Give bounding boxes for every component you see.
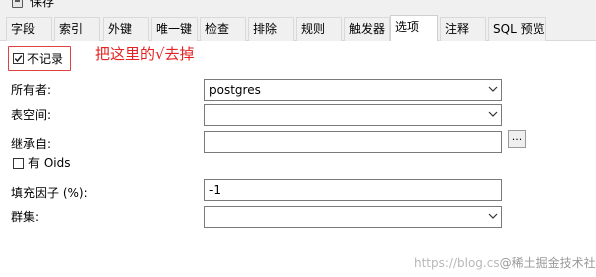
checkmark-icon (14, 55, 23, 63)
save-icon[interactable] (12, 0, 23, 8)
tab-unique-keys[interactable]: 唯一键 (151, 17, 198, 41)
tablespace-label: 表空间: (11, 108, 52, 122)
unlogged-label: 不记录 (27, 52, 64, 66)
tab-indexes[interactable]: 索引 (54, 17, 100, 41)
tab-options[interactable]: 选项 (390, 15, 438, 42)
tablespace-select[interactable] (204, 104, 502, 126)
watermark-brand: @稀土掘金技术社区 (499, 256, 596, 270)
fillfactor-value: -1 (209, 183, 221, 197)
chevron-down-icon (488, 86, 498, 92)
tab-bar: 字段 索引 外键 唯一键 检查 排除 规则 触发器 选项 注释 SQL 预览 (0, 13, 596, 42)
chevron-down-icon (488, 111, 498, 117)
fillfactor-input[interactable]: -1 (204, 179, 502, 201)
cluster-select[interactable] (204, 206, 502, 228)
owner-value: postgres (209, 83, 261, 97)
cluster-label: 群集: (11, 210, 40, 224)
watermark-url: https://blog.cs (414, 256, 500, 270)
tab-triggers[interactable]: 触发器 (344, 17, 390, 41)
tab-comment[interactable]: 注释 (440, 17, 486, 41)
save-button-label[interactable]: 保存 (30, 0, 54, 9)
tab-excludes[interactable]: 排除 (248, 17, 294, 41)
tab-rules[interactable]: 规则 (296, 17, 342, 41)
fillfactor-label: 填充因子 (%): (11, 186, 88, 200)
browse-button[interactable]: ... (508, 130, 526, 148)
watermark: https://blog.cs@稀土掘金技术社区 (414, 256, 596, 270)
toolbar: 保存 (0, 0, 596, 13)
oids-checkbox[interactable] (13, 158, 24, 169)
unlogged-checkbox[interactable] (13, 53, 24, 64)
tab-foreign-keys[interactable]: 外键 (103, 17, 149, 41)
oids-label: 有 Oids (28, 156, 71, 170)
tab-sql-preview[interactable]: SQL 预览 (488, 17, 546, 41)
inherits-field[interactable] (204, 131, 502, 153)
chevron-down-icon (488, 213, 498, 219)
annotation-text: 把这里的√去掉 (95, 45, 195, 63)
owner-select[interactable]: postgres (204, 79, 502, 101)
tab-fields[interactable]: 字段 (6, 17, 52, 41)
options-panel: 不记录 把这里的√去掉 所有者: postgres 表空间: 继承自: ... … (0, 41, 596, 277)
owner-label: 所有者: (11, 83, 52, 97)
tab-checks[interactable]: 检查 (200, 17, 246, 41)
inherits-label: 继承自: (11, 137, 52, 151)
